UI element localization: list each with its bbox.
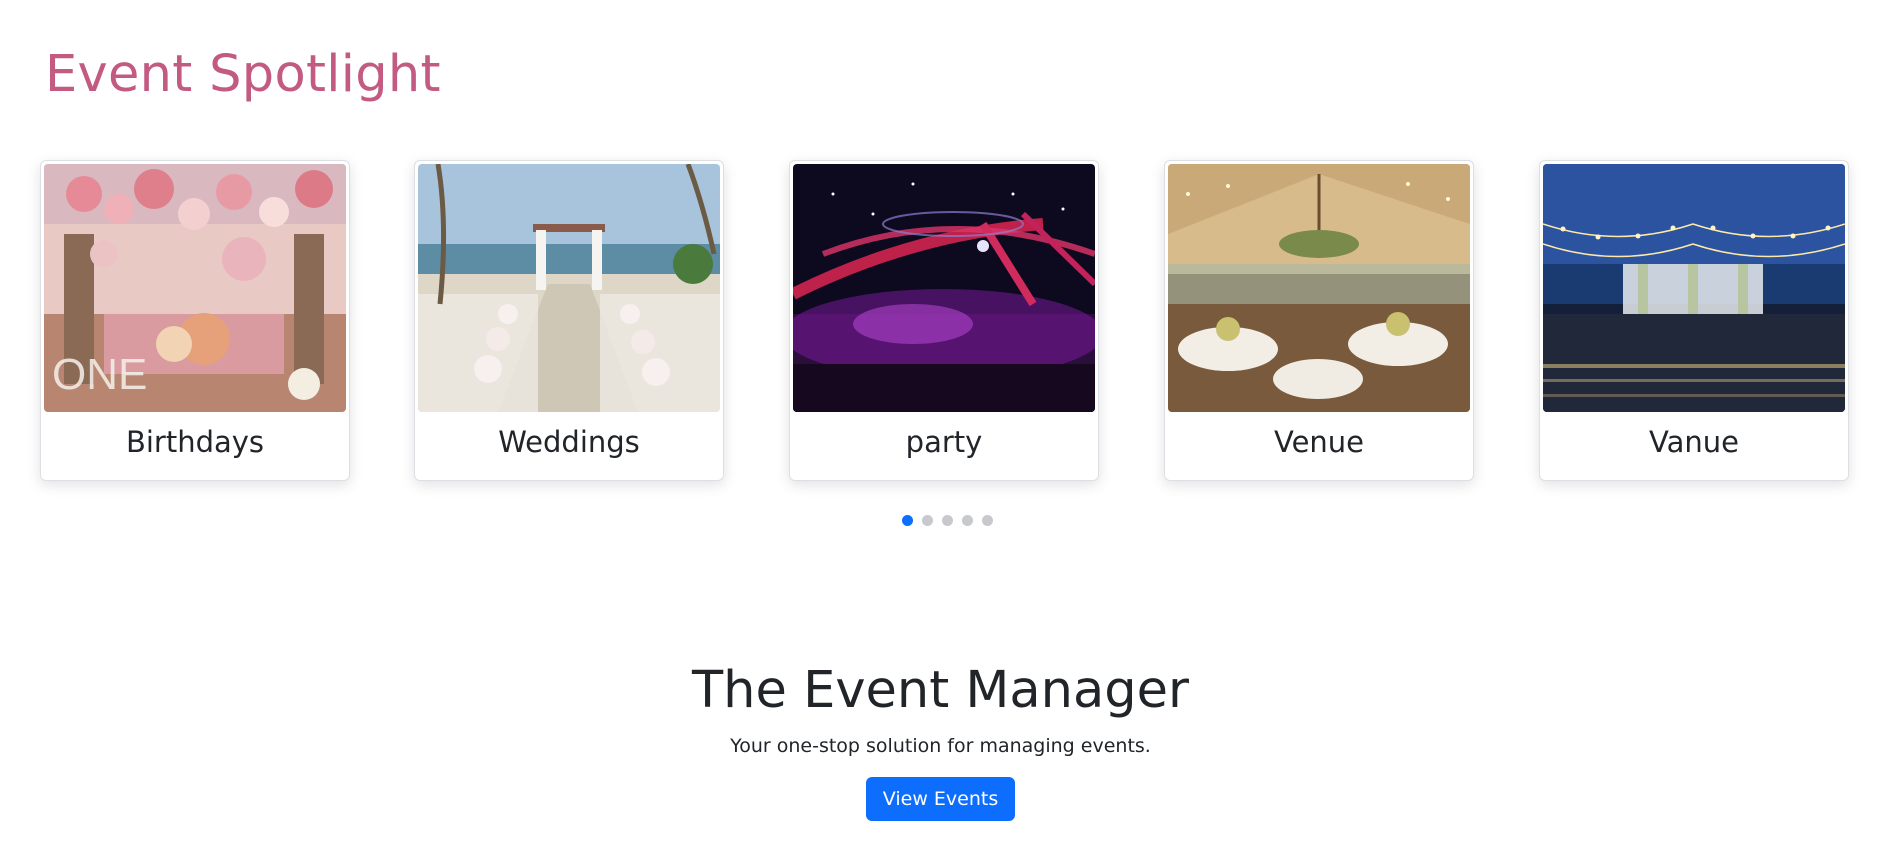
carousel-indicator-4[interactable] <box>962 515 973 526</box>
event-card-label: Vanue <box>1649 425 1739 459</box>
event-card-vanue[interactable]: Vanue <box>1539 160 1849 481</box>
hero-section: The Event Manager Your one-stop solution… <box>0 660 1881 822</box>
carousel-indicators <box>40 515 1855 527</box>
outdoor-string-lights-venue-image <box>1543 164 1845 412</box>
event-card-label: Weddings <box>498 425 640 459</box>
event-card-label: party <box>905 425 983 459</box>
hero-title: The Event Manager <box>692 661 1189 720</box>
event-card-label: Venue <box>1273 425 1365 459</box>
carousel-indicator-3[interactable] <box>942 515 953 526</box>
hero-subtitle: Your one-stop solution for managing even… <box>730 735 1151 758</box>
concert-party-crowd-image <box>793 164 1095 412</box>
carousel-indicator-5[interactable] <box>982 515 993 526</box>
svg-text:ONE: ONE <box>52 350 147 399</box>
tent-banquet-venue-image <box>1168 164 1470 412</box>
birthday-party-decor-image: ONE <box>44 164 346 412</box>
event-card-weddings[interactable]: Weddings <box>414 160 724 481</box>
carousel-indicator-2[interactable] <box>922 515 933 526</box>
carousel-indicator-1[interactable] <box>902 515 913 526</box>
event-card-party[interactable]: party <box>789 160 1099 481</box>
event-card-birthdays[interactable]: ONE Birthdays <box>40 160 350 481</box>
spotlight-carousel[interactable]: ONE Birthdays Weddings party Venue Vanue <box>40 160 1855 526</box>
event-card-label: Birthdays <box>125 425 265 459</box>
section-title: Event Spotlight <box>45 45 441 104</box>
beach-wedding-aisle-image <box>418 164 720 412</box>
view-events-button[interactable]: View Events <box>865 777 1016 822</box>
page: Event Spotlight ONE Birthdays Weddings p… <box>0 0 1881 865</box>
event-card-venue[interactable]: Venue <box>1164 160 1474 481</box>
carousel-track: ONE Birthdays Weddings party Venue Vanue <box>40 160 1855 490</box>
